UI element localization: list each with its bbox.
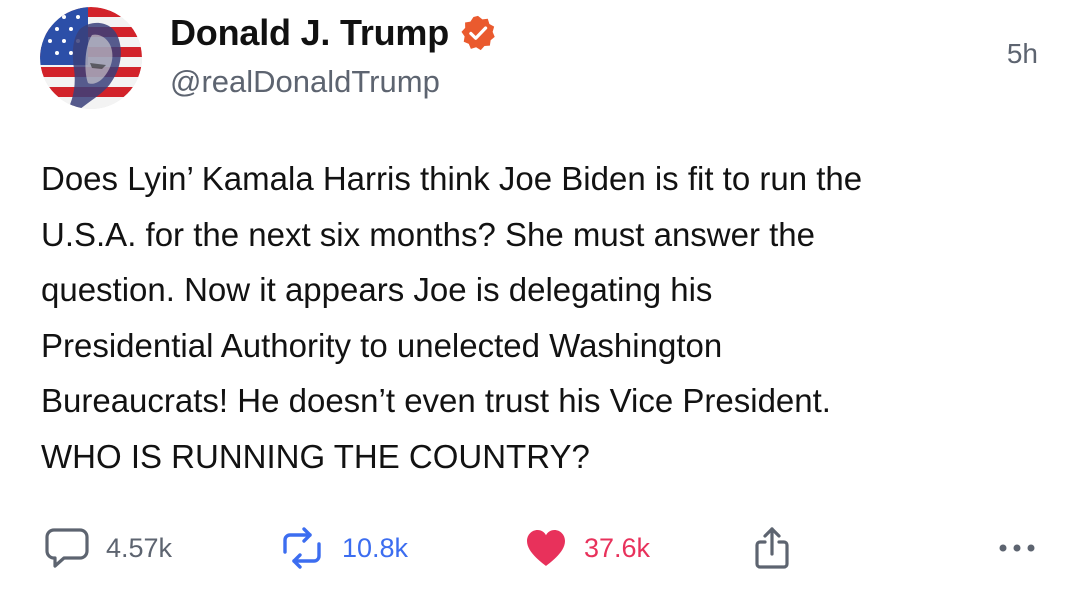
post-card: Donald J. Trump @realDonaldTrump 5h Does… xyxy=(0,0,1080,592)
author-handle[interactable]: @realDonaldTrump xyxy=(170,64,440,100)
author-avatar[interactable] xyxy=(40,7,142,109)
author-display-name[interactable]: Donald J. Trump xyxy=(170,12,449,54)
more-horizontal-icon xyxy=(999,544,1035,552)
reply-bubble-icon xyxy=(45,528,89,568)
patriotic-portrait-avatar xyxy=(40,7,142,109)
reply-count: 4.57k xyxy=(106,532,173,563)
share-button[interactable] xyxy=(752,526,792,570)
post-text: Does Lyin’ Kamala Harris think Joe Biden… xyxy=(41,160,863,475)
verified-badge-icon xyxy=(461,15,495,51)
heart-filled-icon xyxy=(527,530,565,566)
author-name-row: Donald J. Trump xyxy=(170,12,497,54)
reply-button[interactable]: 4.57k xyxy=(44,526,172,570)
more-options-button[interactable] xyxy=(998,526,1036,570)
share-icon xyxy=(755,527,789,569)
post-action-bar: 4.57k 10.8k 37.6k xyxy=(0,520,1080,576)
post-timestamp[interactable]: 5h xyxy=(1007,38,1038,70)
retruth-count: 10.8k xyxy=(342,532,409,563)
like-count: 37.6k xyxy=(584,532,651,563)
retruth-arrows-icon xyxy=(283,527,321,569)
retruth-button[interactable]: 10.8k xyxy=(278,526,408,570)
like-button[interactable]: 37.6k xyxy=(524,526,650,570)
